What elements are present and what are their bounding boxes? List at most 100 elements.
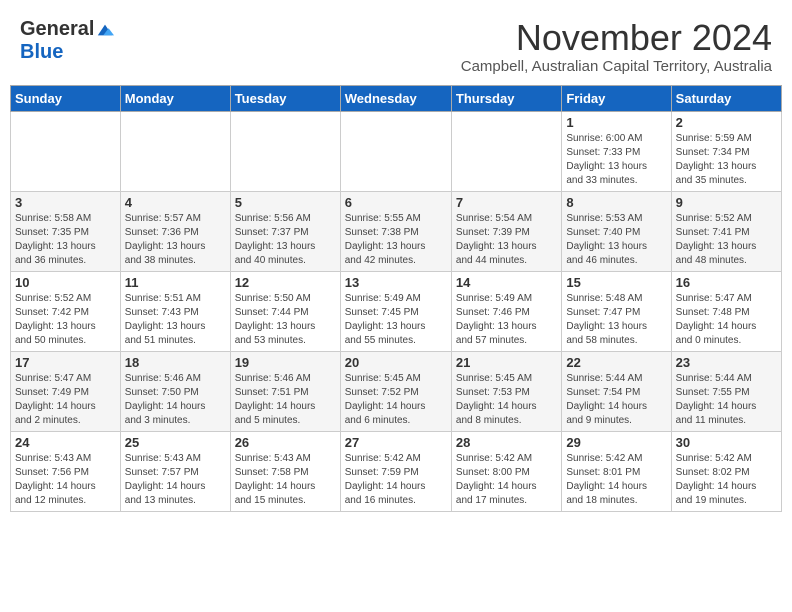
day-detail: Sunrise: 5:42 AM Sunset: 8:01 PM Dayligh… [566, 452, 666, 508]
day-number: 10 [15, 275, 116, 290]
day-detail: Sunrise: 5:46 AM Sunset: 7:50 PM Dayligh… [125, 372, 226, 428]
day-number: 17 [15, 355, 116, 370]
calendar-cell: 13 Sunrise: 5:49 AM Sunset: 7:45 PM Dayli… [340, 271, 451, 351]
calendar-cell [120, 111, 230, 191]
calendar-cell: 1Sunrise: 6:00 AM Sunset: 7:33 PM Daylig… [562, 111, 671, 191]
calendar-cell: 11 Sunrise: 5:51 AM Sunset: 7:43 PM Dayli… [120, 271, 230, 351]
calendar-cell: 14 Sunrise: 5:49 AM Sunset: 7:46 PM Dayli… [451, 271, 561, 351]
day-detail: Sunrise: 5:44 AM Sunset: 7:54 PM Dayligh… [566, 372, 666, 428]
day-number: 30 [676, 435, 777, 450]
calendar-cell: 19Sunrise: 5:46 AM Sunset: 7:51 PM Dayli… [230, 351, 340, 431]
day-detail: Sunrise: 5:43 AM Sunset: 7:58 PM Dayligh… [235, 452, 336, 508]
day-number: 8 [566, 195, 666, 210]
day-number: 1 [566, 115, 666, 130]
calendar-cell: 26 Sunrise: 5:43 AM Sunset: 7:58 PM Dayli… [230, 431, 340, 511]
calendar-week-row: 10 Sunrise: 5:52 AM Sunset: 7:42 PM Dayli… [11, 271, 782, 351]
day-detail: Sunrise: 5:43 AM Sunset: 7:57 PM Dayligh… [125, 452, 226, 508]
calendar-cell: 29 Sunrise: 5:42 AM Sunset: 8:01 PM Dayli… [562, 431, 671, 511]
calendar-cell: 9 Sunrise: 5:52 AM Sunset: 7:41 PM Daylig… [671, 191, 781, 271]
calendar-cell: 30 Sunrise: 5:42 AM Sunset: 8:02 PM Dayli… [671, 431, 781, 511]
calendar-week-row: 3 Sunrise: 5:58 AM Sunset: 7:35 PM Daylig… [11, 191, 782, 271]
calendar-cell: 25 Sunrise: 5:43 AM Sunset: 7:57 PM Dayli… [120, 431, 230, 511]
calendar-cell: 21Sunrise: 5:45 AM Sunset: 7:53 PM Dayli… [451, 351, 561, 431]
day-number: 4 [125, 195, 226, 210]
day-detail: Sunrise: 5:49 AM Sunset: 7:46 PM Dayligh… [456, 292, 557, 348]
day-number: 12 [235, 275, 336, 290]
day-number: 20 [345, 355, 447, 370]
day-detail: Sunrise: 5:57 AM Sunset: 7:36 PM Dayligh… [125, 212, 226, 268]
day-number: 9 [676, 195, 777, 210]
day-number: 7 [456, 195, 557, 210]
day-number: 24 [15, 435, 116, 450]
calendar-cell: 22Sunrise: 5:44 AM Sunset: 7:54 PM Dayli… [562, 351, 671, 431]
day-detail: Sunrise: 5:56 AM Sunset: 7:37 PM Dayligh… [235, 212, 336, 268]
day-number: 2 [676, 115, 777, 130]
weekday-header-sunday: Sunday [11, 85, 121, 111]
logo-blue: Blue [20, 41, 63, 64]
day-detail: Sunrise: 5:42 AM Sunset: 8:02 PM Dayligh… [676, 452, 777, 508]
calendar-cell: 12 Sunrise: 5:50 AM Sunset: 7:44 PM Dayli… [230, 271, 340, 351]
day-detail: Sunrise: 5:54 AM Sunset: 7:39 PM Dayligh… [456, 212, 557, 268]
weekday-header-tuesday: Tuesday [230, 85, 340, 111]
day-number: 16 [676, 275, 777, 290]
day-detail: Sunrise: 5:49 AM Sunset: 7:45 PM Dayligh… [345, 292, 447, 348]
calendar-cell: 17Sunrise: 5:47 AM Sunset: 7:49 PM Dayli… [11, 351, 121, 431]
day-detail: Sunrise: 5:58 AM Sunset: 7:35 PM Dayligh… [15, 212, 116, 268]
day-detail: Sunrise: 5:53 AM Sunset: 7:40 PM Dayligh… [566, 212, 666, 268]
day-detail: Sunrise: 5:50 AM Sunset: 7:44 PM Dayligh… [235, 292, 336, 348]
day-number: 5 [235, 195, 336, 210]
day-number: 3 [15, 195, 116, 210]
weekday-header-thursday: Thursday [451, 85, 561, 111]
day-detail: Sunrise: 5:48 AM Sunset: 7:47 PM Dayligh… [566, 292, 666, 348]
day-detail: Sunrise: 5:52 AM Sunset: 7:42 PM Dayligh… [15, 292, 116, 348]
calendar-cell: 20Sunrise: 5:45 AM Sunset: 7:52 PM Dayli… [340, 351, 451, 431]
month-title: November 2024 [461, 18, 772, 58]
calendar-cell: 24 Sunrise: 5:43 AM Sunset: 7:56 PM Dayli… [11, 431, 121, 511]
day-detail: Sunrise: 5:47 AM Sunset: 7:48 PM Dayligh… [676, 292, 777, 348]
calendar-cell: 6Sunrise: 5:55 AM Sunset: 7:38 PM Daylig… [340, 191, 451, 271]
calendar-week-row: 24 Sunrise: 5:43 AM Sunset: 7:56 PM Dayli… [11, 431, 782, 511]
day-detail: Sunrise: 5:52 AM Sunset: 7:41 PM Dayligh… [676, 212, 777, 268]
day-detail: Sunrise: 5:42 AM Sunset: 8:00 PM Dayligh… [456, 452, 557, 508]
calendar-cell [11, 111, 121, 191]
day-number: 18 [125, 355, 226, 370]
calendar-cell [230, 111, 340, 191]
day-detail: Sunrise: 5:43 AM Sunset: 7:56 PM Dayligh… [15, 452, 116, 508]
weekday-header-wednesday: Wednesday [340, 85, 451, 111]
calendar-cell: 28Sunrise: 5:42 AM Sunset: 8:00 PM Dayli… [451, 431, 561, 511]
calendar-cell: 16 Sunrise: 5:47 AM Sunset: 7:48 PM Dayli… [671, 271, 781, 351]
calendar-cell: 18 Sunrise: 5:46 AM Sunset: 7:50 PM Dayli… [120, 351, 230, 431]
calendar-cell: 4 Sunrise: 5:57 AM Sunset: 7:36 PM Daylig… [120, 191, 230, 271]
title-block: November 2024 Campbell, Australian Capit… [461, 18, 772, 75]
calendar-cell: 7 Sunrise: 5:54 AM Sunset: 7:39 PM Daylig… [451, 191, 561, 271]
day-number: 11 [125, 275, 226, 290]
calendar-week-row: 1Sunrise: 6:00 AM Sunset: 7:33 PM Daylig… [11, 111, 782, 191]
day-number: 21 [456, 355, 557, 370]
calendar-cell [340, 111, 451, 191]
calendar-week-row: 17Sunrise: 5:47 AM Sunset: 7:49 PM Dayli… [11, 351, 782, 431]
calendar-cell: 23Sunrise: 5:44 AM Sunset: 7:55 PM Dayli… [671, 351, 781, 431]
day-number: 14 [456, 275, 557, 290]
day-detail: Sunrise: 5:51 AM Sunset: 7:43 PM Dayligh… [125, 292, 226, 348]
day-number: 26 [235, 435, 336, 450]
logo-icon [96, 21, 114, 39]
logo-general: General [20, 18, 94, 41]
day-detail: Sunrise: 5:42 AM Sunset: 7:59 PM Dayligh… [345, 452, 447, 508]
weekday-header-saturday: Saturday [671, 85, 781, 111]
calendar-cell: 27Sunrise: 5:42 AM Sunset: 7:59 PM Dayli… [340, 431, 451, 511]
calendar-header-row: SundayMondayTuesdayWednesdayThursdayFrid… [11, 85, 782, 111]
calendar-cell: 5 Sunrise: 5:56 AM Sunset: 7:37 PM Daylig… [230, 191, 340, 271]
day-number: 25 [125, 435, 226, 450]
logo: General Blue [20, 18, 114, 64]
page-header: General Blue November 2024 Campbell, Aus… [10, 10, 782, 79]
weekday-header-monday: Monday [120, 85, 230, 111]
day-detail: Sunrise: 5:44 AM Sunset: 7:55 PM Dayligh… [676, 372, 777, 428]
day-number: 29 [566, 435, 666, 450]
day-number: 13 [345, 275, 447, 290]
day-number: 6 [345, 195, 447, 210]
calendar-cell: 3 Sunrise: 5:58 AM Sunset: 7:35 PM Daylig… [11, 191, 121, 271]
location-subtitle: Campbell, Australian Capital Territory, … [461, 58, 772, 75]
day-detail: Sunrise: 5:59 AM Sunset: 7:34 PM Dayligh… [676, 132, 777, 188]
calendar-cell: 8 Sunrise: 5:53 AM Sunset: 7:40 PM Daylig… [562, 191, 671, 271]
calendar-cell [451, 111, 561, 191]
